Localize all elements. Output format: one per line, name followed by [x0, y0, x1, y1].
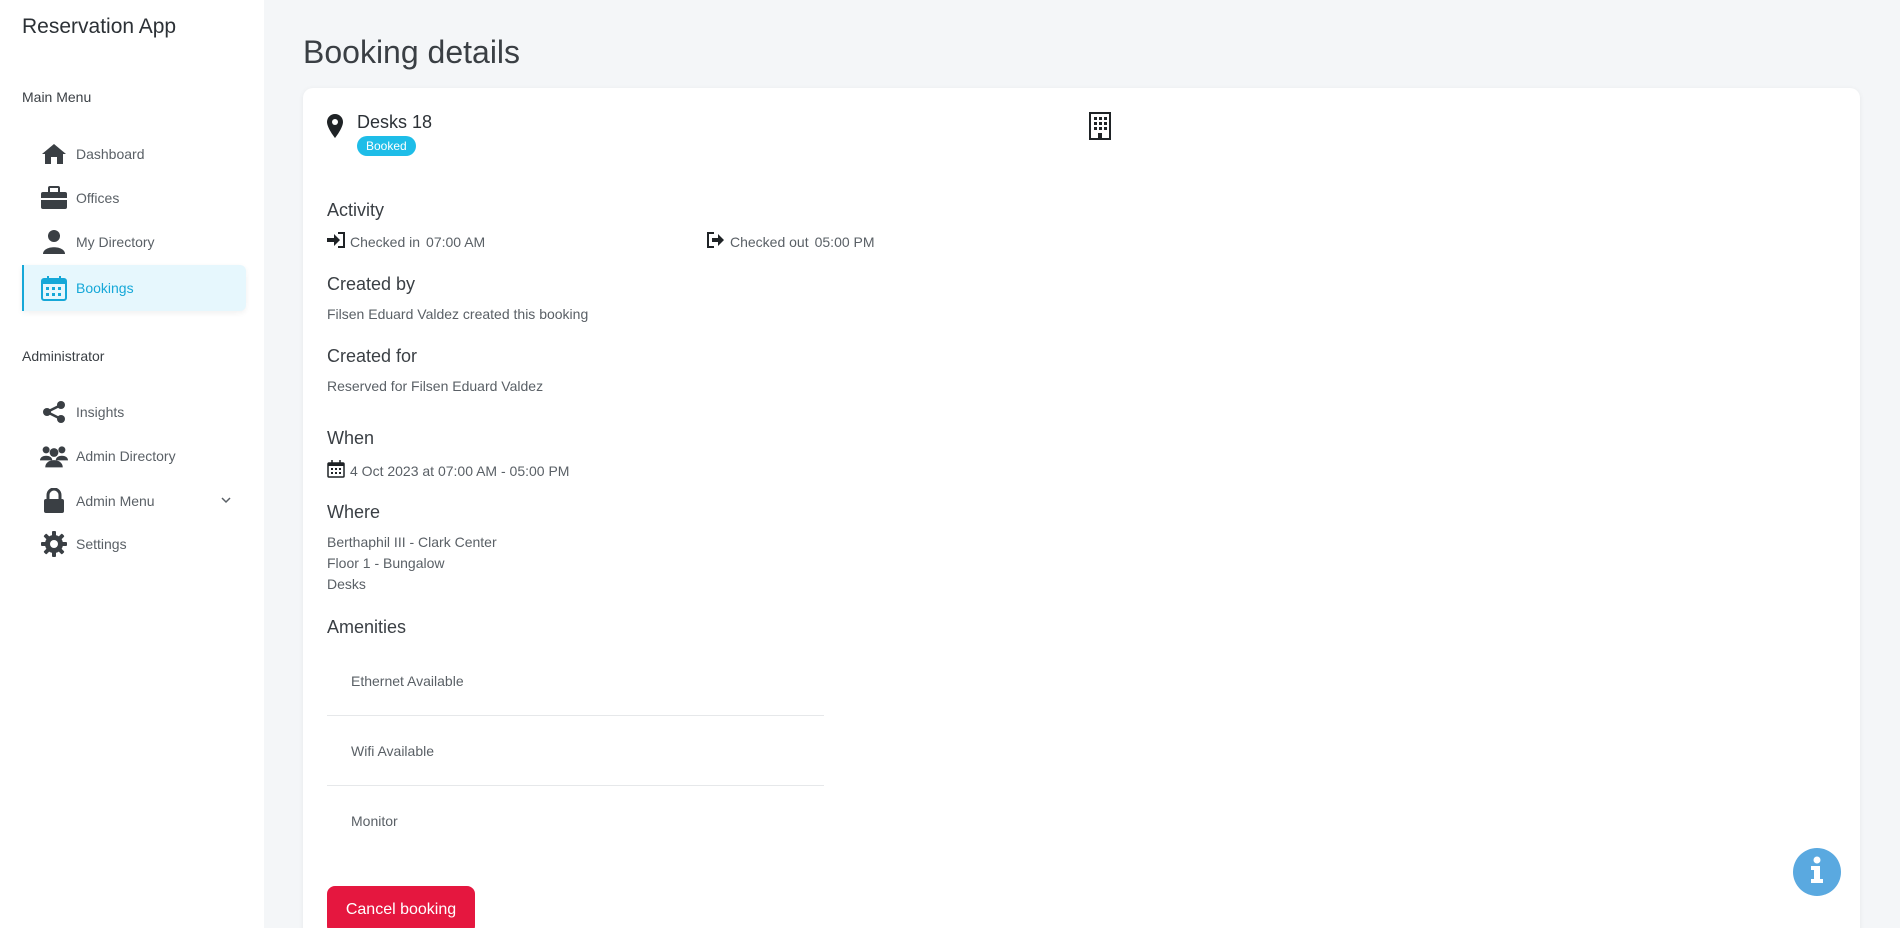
calendar-icon: [40, 274, 68, 302]
sign-in-icon: [327, 232, 350, 251]
sign-out-icon: [707, 232, 730, 251]
main-menu-label: Main Menu: [22, 89, 92, 105]
sidebar-item-settings[interactable]: Settings: [22, 521, 246, 567]
administrator-label: Administrator: [22, 348, 105, 364]
where-line-floor: Floor 1 - Bungalow: [327, 555, 445, 571]
map-pin-icon: [327, 114, 343, 156]
when-title: When: [327, 428, 375, 448]
status-badge: Booked: [357, 136, 416, 156]
info-icon: [1807, 856, 1827, 889]
sidebar-item-offices[interactable]: Offices: [22, 175, 246, 221]
checked-in-row: Checked in 07:00 AM: [327, 232, 485, 251]
created-by-text: Filsen Eduard Valdez created this bookin…: [327, 306, 589, 322]
share-icon: [40, 398, 68, 426]
booking-details-card: Desks 18 Booked Activity Checked in 07:0…: [303, 88, 1860, 928]
users-icon: [40, 442, 68, 470]
activity-title: Activity: [327, 200, 385, 220]
where-line-space: Desks: [327, 576, 366, 592]
checked-out-row: Checked out 05:00 PM: [707, 232, 875, 251]
location-name: Desks 18: [357, 112, 433, 132]
location-header: Desks 18 Booked: [327, 112, 432, 156]
app-title: Reservation App: [22, 15, 177, 38]
sidebar-item-bookings[interactable]: Bookings: [22, 265, 246, 311]
when-text: 4 Oct 2023 at 07:00 AM - 05:00 PM: [350, 462, 570, 479]
amenities-title: Amenities: [327, 617, 407, 637]
sidebar-item-dashboard[interactable]: Dashboard: [22, 131, 246, 177]
sidebar-item-admin-directory[interactable]: Admin Directory: [22, 433, 246, 479]
sidebar-item-label: My Directory: [76, 234, 155, 250]
briefcase-icon: [40, 184, 68, 212]
sidebar-item-label: Dashboard: [76, 146, 145, 162]
sidebar-item-label: Admin Menu: [76, 493, 155, 509]
building-icon: [1089, 112, 1111, 145]
calendar-icon: [327, 460, 350, 481]
checked-in-label: Checked in: [350, 233, 421, 250]
page-title: Booking details: [303, 34, 521, 70]
amenity-item: Ethernet Available: [327, 646, 824, 716]
created-by-title: Created by: [327, 274, 416, 294]
user-icon: [40, 228, 68, 256]
amenity-item: Wifi Available: [327, 716, 824, 786]
where-title: Where: [327, 502, 381, 522]
sidebar-item-my-directory[interactable]: My Directory: [22, 219, 246, 265]
sidebar-item-admin-menu[interactable]: Admin Menu: [22, 478, 246, 524]
created-for-text: Reserved for Filsen Eduard Valdez: [327, 378, 544, 394]
when-row: 4 Oct 2023 at 07:00 AM - 05:00 PM: [327, 460, 569, 481]
sidebar-item-label: Admin Directory: [76, 448, 176, 464]
cancel-booking-button[interactable]: Cancel booking: [327, 886, 475, 928]
checked-out-label: Checked out: [730, 233, 809, 250]
home-icon: [40, 140, 68, 168]
checked-out-time: 05:00 PM: [814, 233, 875, 250]
sidebar-item-label: Settings: [76, 536, 127, 552]
sidebar-item-label: Offices: [76, 190, 120, 206]
checked-in-time: 07:00 AM: [426, 233, 486, 250]
sidebar-item-insights[interactable]: Insights: [22, 389, 246, 435]
chevron-down-icon[interactable]: [220, 493, 232, 509]
sidebar: Reservation App Main Menu Dashboard Offi…: [0, 0, 264, 928]
sidebar-item-label: Bookings: [76, 280, 134, 296]
created-for-title: Created for: [327, 346, 418, 366]
amenity-item: Monitor: [351, 813, 398, 829]
sidebar-item-label: Insights: [76, 404, 125, 420]
where-line-building: Berthaphil III - Clark Center: [327, 534, 497, 550]
lock-icon: [40, 487, 68, 515]
info-button[interactable]: [1793, 848, 1841, 896]
gear-icon: [40, 530, 68, 558]
